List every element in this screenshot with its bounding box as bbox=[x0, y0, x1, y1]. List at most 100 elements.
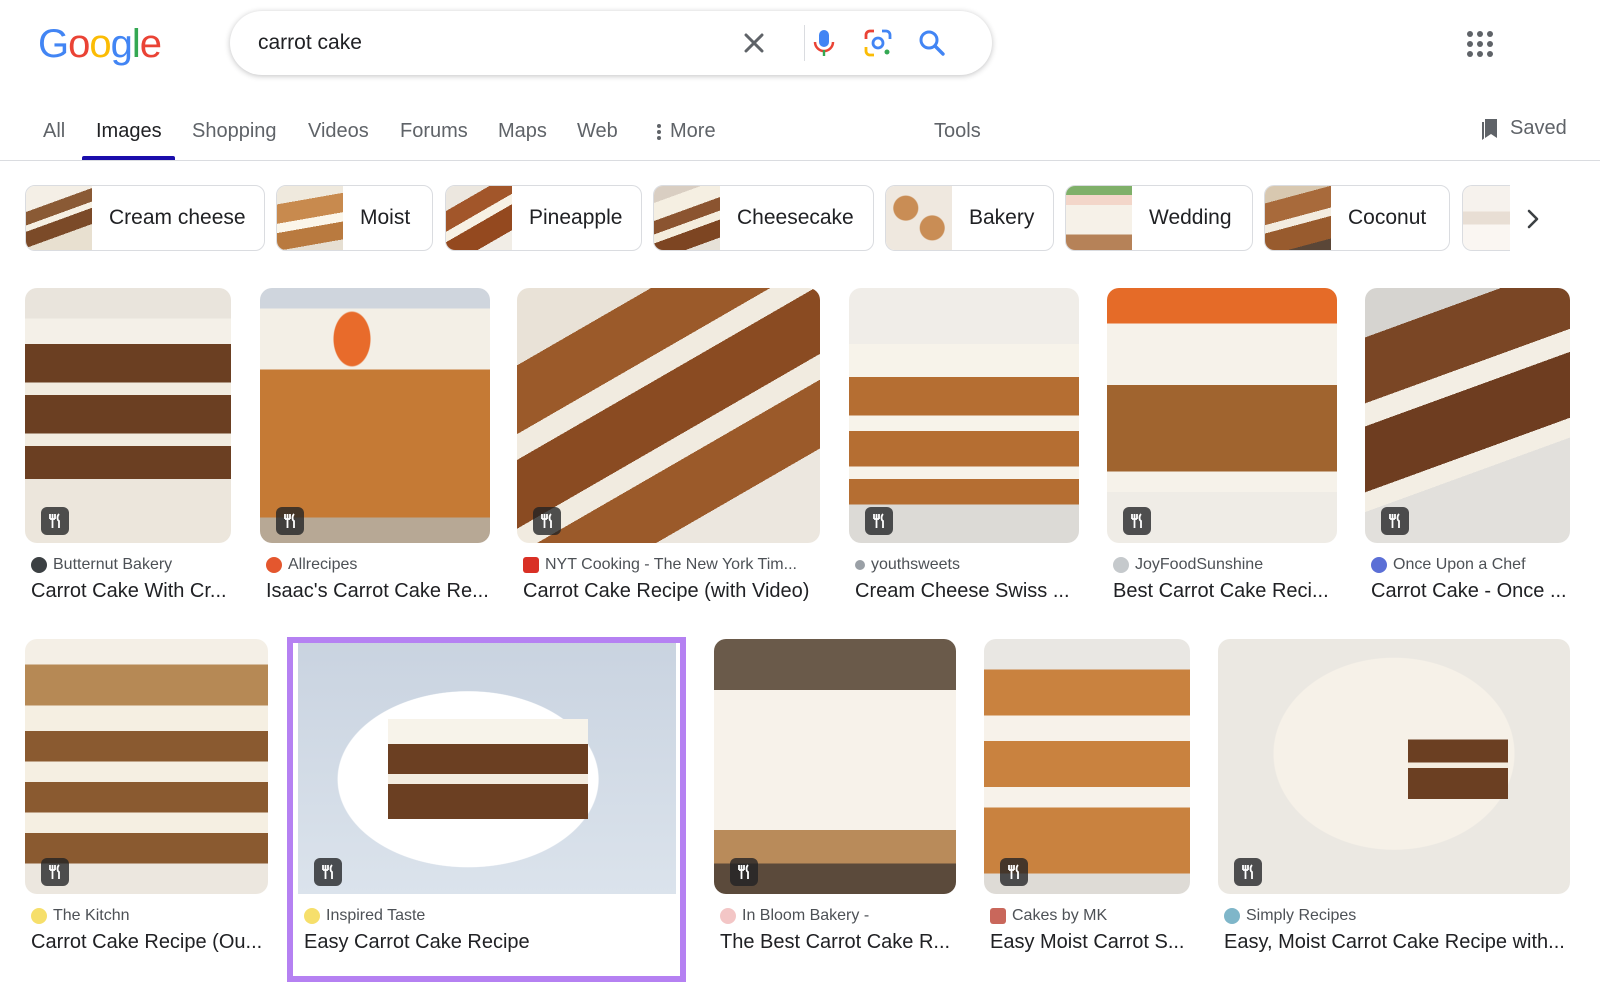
tab-more[interactable]: More bbox=[656, 120, 716, 143]
chip-thumbnail bbox=[654, 186, 720, 250]
chip-thumbnail bbox=[26, 186, 92, 250]
result-title[interactable]: Carrot Cake - Once ... bbox=[1371, 580, 1570, 603]
lens-icon[interactable] bbox=[862, 27, 894, 59]
header-divider bbox=[0, 160, 1600, 161]
tab-images[interactable]: Images bbox=[96, 120, 162, 143]
chip-thumbnail bbox=[1265, 186, 1331, 250]
result-source: Inspired Taste bbox=[304, 907, 425, 925]
utensils-icon bbox=[41, 507, 69, 535]
result-source: Butternut Bakery bbox=[31, 556, 172, 574]
result-title[interactable]: Easy Moist Carrot S... bbox=[990, 931, 1190, 954]
search-tabs: All Images Shopping Videos Forums Maps W… bbox=[0, 108, 1600, 160]
tab-forums[interactable]: Forums bbox=[400, 120, 468, 143]
chip-wedding[interactable]: Wedding bbox=[1065, 185, 1253, 251]
chevron-right-icon[interactable] bbox=[1518, 204, 1548, 234]
utensils-icon bbox=[1381, 507, 1409, 535]
chip-cream-cheese[interactable]: Cream cheese bbox=[25, 185, 265, 251]
chip-moist[interactable]: Moist bbox=[276, 185, 433, 251]
result-source: JoyFoodSunshine bbox=[1113, 556, 1263, 574]
search-input[interactable] bbox=[258, 31, 698, 55]
result-title[interactable]: Carrot Cake Recipe (Ou... bbox=[31, 931, 268, 954]
result-image bbox=[1365, 288, 1570, 543]
tab-all[interactable]: All bbox=[43, 120, 65, 143]
search-divider bbox=[804, 25, 805, 61]
chip-thumbnail bbox=[1066, 186, 1132, 250]
source-name: Cakes by MK bbox=[1012, 907, 1108, 924]
source-name: Simply Recipes bbox=[1246, 907, 1357, 924]
result-source: Once Upon a Chef bbox=[1371, 556, 1526, 574]
result-source: Cakes by MK bbox=[990, 907, 1107, 925]
chip-bakery[interactable]: Bakery bbox=[885, 185, 1054, 251]
utensils-icon bbox=[41, 858, 69, 886]
logo-letter: o bbox=[89, 22, 111, 66]
result-title[interactable]: Best Carrot Cake Reci... bbox=[1113, 580, 1337, 603]
search-icon[interactable] bbox=[916, 27, 948, 59]
tab-videos[interactable]: Videos bbox=[308, 120, 369, 143]
source-name: Once Upon a Chef bbox=[1393, 556, 1526, 573]
utensils-icon bbox=[1123, 507, 1151, 535]
result-title[interactable]: Easy, Moist Carrot Cake Recipe with... bbox=[1224, 931, 1570, 954]
result-title[interactable]: Easy Carrot Cake Recipe bbox=[304, 931, 664, 954]
chip-thumbnail bbox=[446, 186, 512, 250]
tab-maps[interactable]: Maps bbox=[498, 120, 547, 143]
result-image bbox=[25, 288, 231, 543]
chip-label: Moist bbox=[360, 206, 411, 229]
tab-more-label: More bbox=[670, 120, 716, 142]
tools-button[interactable]: Tools bbox=[934, 120, 981, 143]
utensils-icon bbox=[1000, 858, 1028, 886]
result-title[interactable]: Cream Cheese Swiss ... bbox=[855, 580, 1079, 603]
result-title[interactable]: Carrot Cake Recipe (with Video) bbox=[523, 580, 820, 603]
utensils-icon bbox=[1234, 858, 1262, 886]
source-name: youthsweets bbox=[871, 556, 960, 573]
tab-web[interactable]: Web bbox=[577, 120, 618, 143]
source-name: Butternut Bakery bbox=[53, 556, 173, 573]
result-title[interactable]: Isaac's Carrot Cake Re... bbox=[266, 580, 490, 603]
tab-shopping[interactable]: Shopping bbox=[192, 120, 277, 143]
result-image bbox=[1107, 288, 1337, 543]
source-name: Inspired Taste bbox=[326, 907, 426, 924]
saved-button[interactable]: Saved bbox=[1480, 116, 1567, 140]
result-source: In Bloom Bakery - bbox=[720, 907, 869, 925]
result-source: The Kitchn bbox=[31, 907, 129, 925]
result-title[interactable]: Carrot Cake With Cr... bbox=[31, 580, 231, 603]
result-source: Allrecipes bbox=[266, 556, 357, 574]
result-image bbox=[849, 288, 1079, 543]
cake-cutout bbox=[1408, 729, 1508, 799]
bookmark-icon bbox=[1482, 119, 1497, 140]
result-image bbox=[984, 639, 1190, 894]
result-image bbox=[260, 288, 490, 543]
apps-grid-icon[interactable] bbox=[1466, 30, 1494, 58]
chip-pineapple[interactable]: Pineapple bbox=[445, 185, 642, 251]
result-source: youthsweets bbox=[855, 556, 960, 574]
chip-label: Pineapple bbox=[529, 206, 623, 229]
saved-label: Saved bbox=[1510, 116, 1567, 139]
mic-icon[interactable] bbox=[808, 27, 840, 59]
chip-cheesecake[interactable]: Cheesecake bbox=[653, 185, 874, 251]
chip-thumbnail bbox=[277, 186, 343, 250]
close-icon[interactable] bbox=[738, 27, 770, 59]
result-image bbox=[298, 639, 676, 894]
chip-overflow[interactable] bbox=[1462, 185, 1510, 251]
chip-label: Wedding bbox=[1149, 206, 1232, 229]
logo-letter: e bbox=[139, 22, 162, 66]
chip-thumbnail bbox=[886, 186, 952, 250]
utensils-icon bbox=[533, 507, 561, 535]
logo-letter: g bbox=[110, 22, 133, 66]
cake-slice bbox=[388, 719, 588, 819]
source-name: Allrecipes bbox=[288, 556, 358, 573]
utensils-icon bbox=[865, 507, 893, 535]
result-title[interactable]: The Best Carrot Cake R... bbox=[720, 931, 956, 954]
result-image bbox=[1218, 639, 1570, 894]
google-logo[interactable]: Google bbox=[38, 22, 162, 67]
chip-label: Bakery bbox=[969, 206, 1035, 229]
chip-thumbnail bbox=[1463, 186, 1510, 250]
source-name: JoyFoodSunshine bbox=[1135, 556, 1264, 573]
source-name: In Bloom Bakery - bbox=[742, 907, 870, 924]
source-name: NYT Cooking - The New York Tim... bbox=[545, 556, 797, 573]
chip-coconut[interactable]: Coconut bbox=[1264, 185, 1450, 251]
utensils-icon bbox=[314, 858, 342, 886]
logo-letter: l bbox=[131, 22, 141, 66]
logo-letter: o bbox=[68, 22, 90, 66]
result-source: Simply Recipes bbox=[1224, 907, 1356, 925]
utensils-icon bbox=[276, 507, 304, 535]
